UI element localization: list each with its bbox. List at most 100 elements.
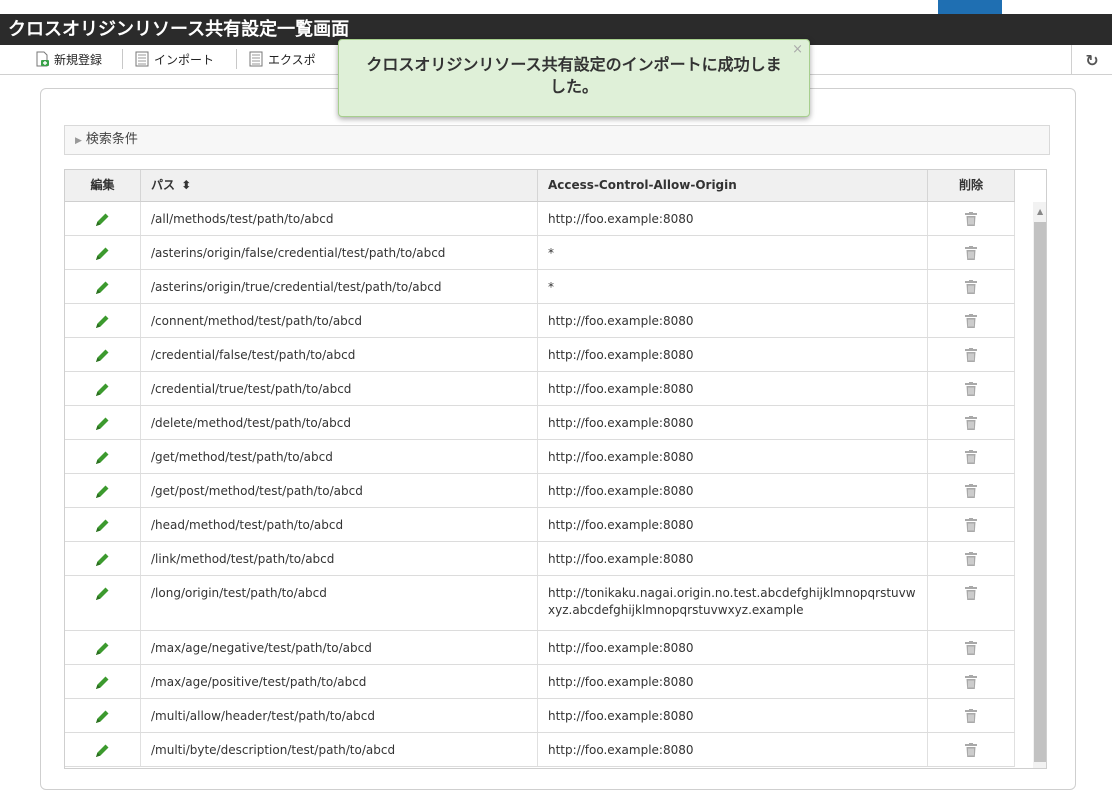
- trash-icon[interactable]: [965, 450, 977, 464]
- trash-icon[interactable]: [965, 484, 977, 498]
- delete-cell: [928, 304, 1015, 337]
- trash-icon[interactable]: [965, 382, 977, 396]
- path-cell: /credential/true/test/path/to/abcd: [141, 372, 538, 405]
- path-cell: /long/origin/test/path/to/abcd: [141, 576, 538, 630]
- export-button[interactable]: エクスポ: [248, 48, 316, 70]
- trash-icon[interactable]: [965, 743, 977, 757]
- edit-cell: [65, 440, 141, 473]
- path-text: /long/origin/test/path/to/abcd: [151, 586, 327, 600]
- edit-pencil-icon[interactable]: [93, 415, 111, 433]
- new-button[interactable]: 新規登録: [34, 48, 102, 70]
- origin-cell: http://foo.example:8080: [538, 474, 928, 507]
- edit-pencil-icon[interactable]: [93, 245, 111, 263]
- delete-cell: [928, 440, 1015, 473]
- origin-text: http://foo.example:8080: [548, 450, 694, 464]
- edit-cell: [65, 304, 141, 337]
- path-text: /asterins/origin/false/credential/test/p…: [151, 246, 446, 260]
- origin-text: http://foo.example:8080: [548, 552, 694, 566]
- trash-icon[interactable]: [965, 212, 977, 226]
- origin-text: http://foo.example:8080: [548, 382, 694, 396]
- path-cell: /max/age/positive/test/path/to/abcd: [141, 665, 538, 698]
- scrollbar-thumb[interactable]: [1034, 222, 1046, 762]
- import-button[interactable]: インポート: [134, 48, 214, 70]
- origin-cell: http://foo.example:8080: [538, 440, 928, 473]
- table-row: /all/methods/test/path/to/abcd http://foo…: [65, 202, 1015, 236]
- table-row: /get/method/test/path/to/abcd http://foo.…: [65, 440, 1015, 474]
- new-button-label: 新規登録: [54, 52, 103, 67]
- path-text: /max/age/negative/test/path/to/abcd: [151, 641, 372, 655]
- table-row: /max/age/negative/test/path/to/abcd http:…: [65, 631, 1015, 665]
- edit-pencil-icon[interactable]: [93, 483, 111, 501]
- origin-text: http://foo.example:8080: [548, 518, 694, 532]
- edit-pencil-icon[interactable]: [93, 674, 111, 692]
- refresh-button[interactable]: ↻: [1071, 45, 1112, 75]
- edit-pencil-icon[interactable]: [93, 381, 111, 399]
- origin-text: http://foo.example:8080: [548, 212, 694, 226]
- trash-icon[interactable]: [965, 675, 977, 689]
- trash-icon[interactable]: [965, 552, 977, 566]
- export-button-label: エクスポ: [268, 52, 316, 67]
- path-text: /multi/allow/header/test/path/to/abcd: [151, 709, 375, 723]
- path-text: /delete/method/test/path/to/abcd: [151, 416, 351, 430]
- origin-text: http://foo.example:8080: [548, 416, 694, 430]
- edit-cell: [65, 699, 141, 732]
- trash-icon[interactable]: [965, 709, 977, 723]
- path-text: /get/method/test/path/to/abcd: [151, 450, 333, 464]
- table-row: /get/post/method/test/path/to/abcd http:/…: [65, 474, 1015, 508]
- edit-pencil-icon[interactable]: [93, 517, 111, 535]
- sort-icon: ⬍: [181, 178, 192, 192]
- origin-text: http://foo.example:8080: [548, 675, 694, 689]
- path-cell: /all/methods/test/path/to/abcd: [141, 202, 538, 235]
- trash-icon[interactable]: [965, 416, 977, 430]
- path-text: /multi/byte/description/test/path/to/abc…: [151, 743, 396, 757]
- trash-icon[interactable]: [965, 246, 977, 260]
- trash-icon[interactable]: [965, 586, 977, 600]
- edit-pencil-icon[interactable]: [93, 449, 111, 467]
- top-strip-accent: [938, 0, 1002, 14]
- scroll-up-icon[interactable]: ▲: [1037, 207, 1043, 216]
- edit-pencil-icon[interactable]: [93, 313, 111, 331]
- origin-cell: http://foo.example:8080: [538, 665, 928, 698]
- table-row: /multi/allow/header/test/path/to/abcd htt…: [65, 699, 1015, 733]
- origin-cell: http://tonikaku.nagai.origin.no.test.abc…: [538, 576, 928, 630]
- trash-icon[interactable]: [965, 314, 977, 328]
- origin-cell: *: [538, 236, 928, 269]
- path-cell: /get/post/method/test/path/to/abcd: [141, 474, 538, 507]
- trash-icon[interactable]: [965, 518, 977, 532]
- table-header: 編集 パス ⬍ Access-Control-Allow-Origin 削除: [65, 170, 1015, 202]
- origin-cell: http://foo.example:8080: [538, 508, 928, 541]
- table-row: /head/method/test/path/to/abcd http://foo…: [65, 508, 1015, 542]
- edit-pencil-icon[interactable]: [93, 708, 111, 726]
- table-row: /link/method/test/path/to/abcd http://foo…: [65, 542, 1015, 576]
- toolbar-divider: [236, 49, 237, 69]
- delete-cell: [928, 733, 1015, 766]
- path-cell: /link/method/test/path/to/abcd: [141, 542, 538, 575]
- delete-cell: [928, 576, 1015, 630]
- close-icon[interactable]: ×: [792, 42, 803, 57]
- delete-cell: [928, 202, 1015, 235]
- edit-pencil-icon[interactable]: [93, 585, 111, 603]
- cors-settings-table: 編集 パス ⬍ Access-Control-Allow-Origin 削除 /…: [64, 169, 1047, 769]
- edit-cell: [65, 202, 141, 235]
- path-cell: /get/method/test/path/to/abcd: [141, 440, 538, 473]
- edit-cell: [65, 338, 141, 371]
- origin-text: http://tonikaku.nagai.origin.no.test.abc…: [548, 586, 916, 617]
- trash-icon[interactable]: [965, 348, 977, 362]
- origin-text: http://foo.example:8080: [548, 641, 694, 655]
- edit-cell: [65, 542, 141, 575]
- edit-pencil-icon[interactable]: [93, 551, 111, 569]
- path-cell: /delete/method/test/path/to/abcd: [141, 406, 538, 439]
- trash-icon[interactable]: [965, 280, 977, 294]
- table-row: /multi/byte/description/test/path/to/abc…: [65, 733, 1015, 767]
- edit-pencil-icon[interactable]: [93, 640, 111, 658]
- edit-pencil-icon[interactable]: [93, 742, 111, 760]
- origin-text: http://foo.example:8080: [548, 743, 694, 757]
- edit-pencil-icon[interactable]: [93, 211, 111, 229]
- header-path[interactable]: パス ⬍: [141, 170, 538, 201]
- search-conditions-toggle[interactable]: ▶ 検索条件: [64, 125, 1050, 155]
- edit-pencil-icon[interactable]: [93, 279, 111, 297]
- top-strip: [0, 0, 1112, 15]
- edit-cell: [65, 631, 141, 664]
- edit-pencil-icon[interactable]: [93, 347, 111, 365]
- trash-icon[interactable]: [965, 641, 977, 655]
